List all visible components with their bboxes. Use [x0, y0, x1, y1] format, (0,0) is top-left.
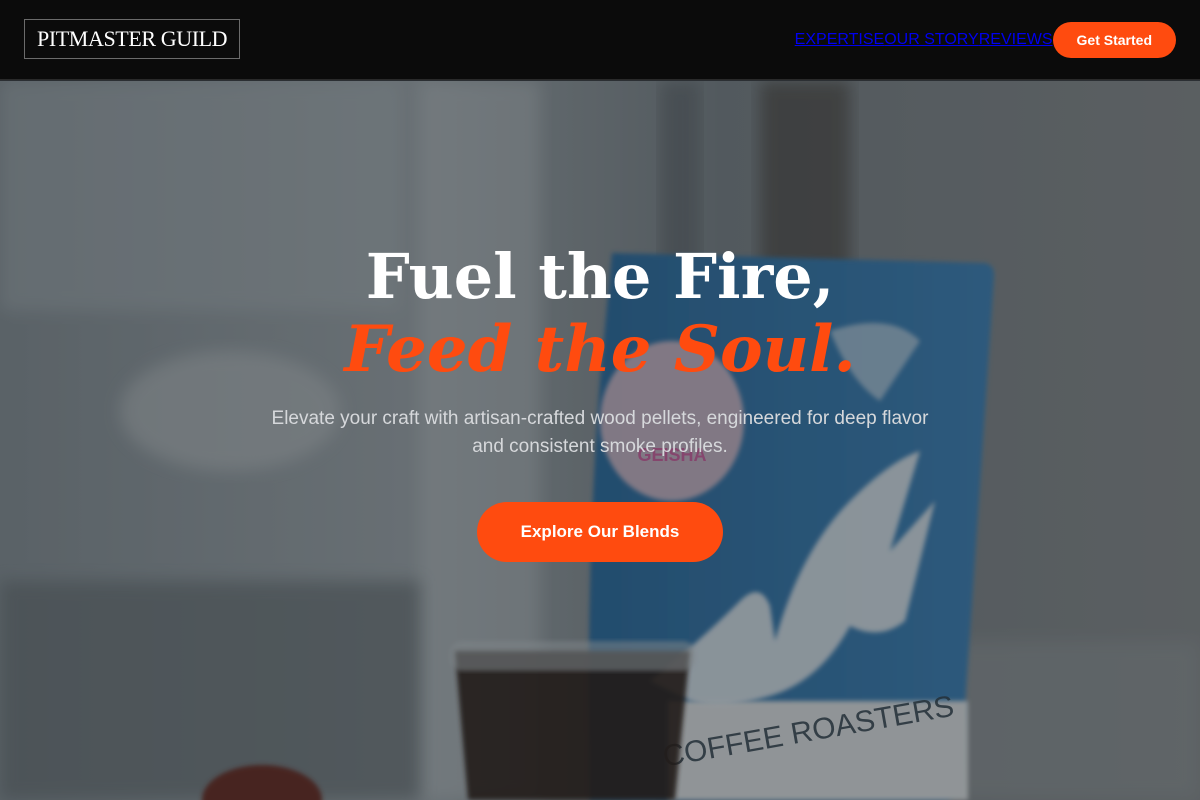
brand-logo[interactable]: PITMASTER GUILD [24, 19, 241, 59]
nav-link-reviews[interactable]: REVIEWS [979, 31, 1053, 49]
hero-headline-line2: Feed the Soul. [344, 312, 856, 387]
hero-content: Fuel the Fire, Feed the Soul. Elevate yo… [0, 81, 1200, 800]
site-header: PITMASTER GUILD EXPERTISE OUR STORY REVI… [0, 0, 1200, 80]
hero-section: GEISHA COFFEE ROASTERS Fuel the Fire, Fe… [0, 81, 1200, 800]
top-nav: EXPERTISE OUR STORY REVIEWS Get Started [795, 0, 1176, 80]
nav-link-our-story[interactable]: OUR STORY [884, 31, 979, 49]
hero-headline-line1: Fuel the Fire, [365, 240, 835, 313]
explore-blends-button[interactable]: Explore Our Blends [477, 502, 723, 562]
hero-subtext: Elevate your craft with artisan-crafted … [271, 408, 929, 457]
nav-link-expertise[interactable]: EXPERTISE [795, 31, 885, 49]
get-started-button[interactable]: Get Started [1052, 22, 1176, 58]
